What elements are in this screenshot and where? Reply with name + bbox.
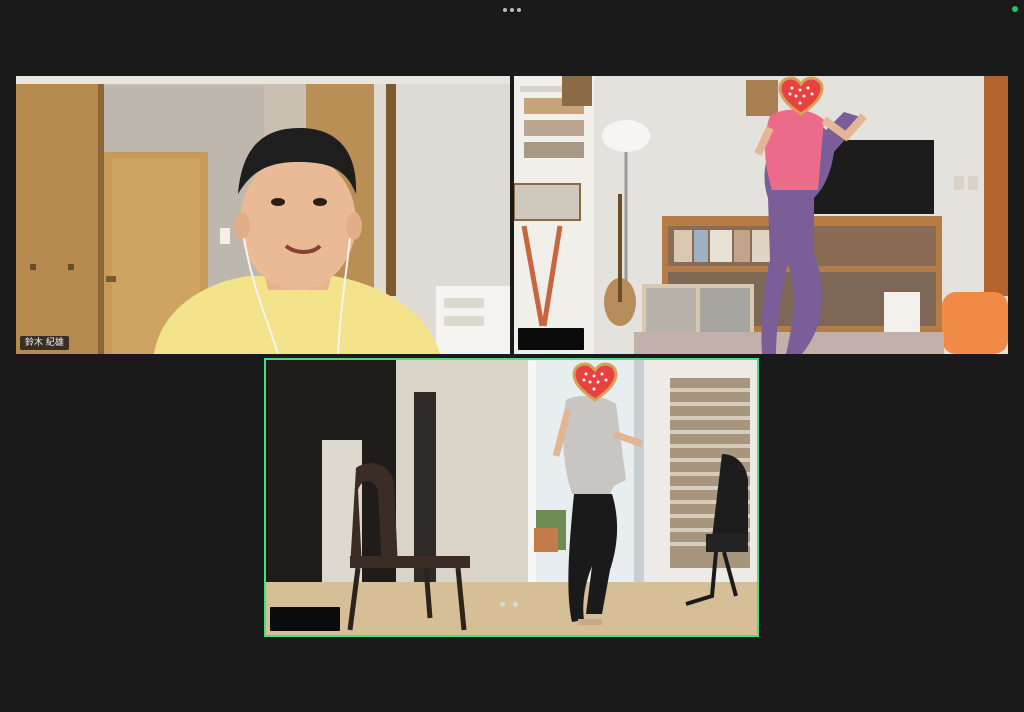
video-meeting-gallery: 鈴木 紀雄 [0,0,1024,712]
page-indicator-dot[interactable] [513,602,518,607]
participant-name-label [518,328,584,350]
page-indicator-dot[interactable] [500,602,505,607]
heart-sticker-icon [778,76,824,116]
participant-video-1 [16,76,510,354]
participant-video-3 [266,360,757,635]
heart-sticker-icon [572,362,618,402]
participant-video-tile-2[interactable] [514,76,1008,354]
connection-status-icon [1012,6,1018,12]
participant-video-tile-1[interactable]: 鈴木 紀雄 [16,76,510,354]
participant-name-label [270,607,340,631]
gallery-pagination[interactable] [500,602,518,607]
more-dot-icon [517,8,521,12]
participant-video-2 [514,76,1008,354]
more-dot-icon [503,8,507,12]
participant-video-tile-3[interactable] [264,358,759,637]
participant-name-label: 鈴木 紀雄 [20,336,69,350]
more-dot-icon [510,8,514,12]
more-options-button[interactable] [500,4,524,16]
